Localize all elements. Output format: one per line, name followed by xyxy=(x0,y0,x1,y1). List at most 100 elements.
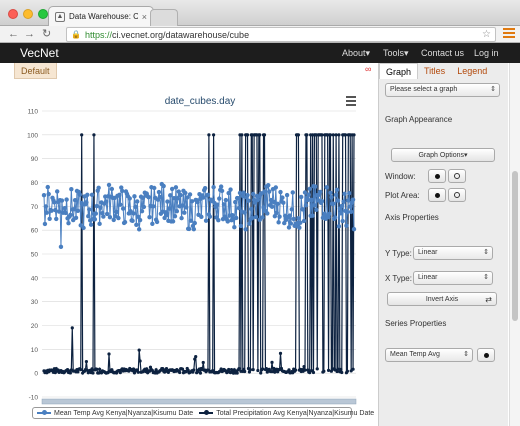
temperature-point xyxy=(307,186,312,192)
precipitation-point xyxy=(270,360,274,364)
tab-legend[interactable]: Legend xyxy=(451,63,493,79)
temperature-point xyxy=(96,185,101,191)
series-select[interactable]: Mean Temp Avg ⇕ xyxy=(385,348,473,362)
temperature-point xyxy=(309,197,314,203)
series-color-button[interactable] xyxy=(477,348,495,362)
temperature-point xyxy=(287,213,293,218)
plot-area-radio-filled[interactable] xyxy=(428,188,446,202)
tab-titles[interactable]: Titles xyxy=(418,63,451,79)
temperature-point xyxy=(350,197,356,202)
nav-login[interactable]: Log in xyxy=(474,48,499,58)
precipitation-point xyxy=(315,367,319,371)
nav-about[interactable]: About▾ xyxy=(342,48,370,59)
empty-dot-icon xyxy=(454,173,460,179)
temperature-point xyxy=(116,215,121,221)
temperature-point xyxy=(118,202,123,207)
invert-axis-button[interactable]: Invert Axis ⇄ xyxy=(387,292,497,306)
nav-contact[interactable]: Contact us xyxy=(421,48,464,58)
forward-icon[interactable]: → xyxy=(24,27,35,42)
precipitation-point xyxy=(70,326,74,330)
x-type-select[interactable]: Linear ⇕ xyxy=(413,271,493,285)
close-window-icon[interactable] xyxy=(8,9,18,19)
temperature-point xyxy=(347,191,352,196)
temperature-point xyxy=(340,218,345,224)
graph-options-button[interactable]: Graph Options▾ xyxy=(391,148,495,162)
window-radio-empty[interactable] xyxy=(448,169,466,183)
window-radio-filled[interactable] xyxy=(428,169,446,183)
tab-graph[interactable]: Graph xyxy=(379,63,419,79)
temperature-point xyxy=(271,199,277,205)
precipitation-point xyxy=(311,370,316,375)
legend-item-precip[interactable]: Total Precipitation Avg Kenya|Nyanza|Kis… xyxy=(199,410,374,417)
temperature-point xyxy=(101,214,106,219)
y-tick-label: 60 xyxy=(31,228,39,235)
temperature-point xyxy=(154,219,160,225)
temperature-point xyxy=(98,205,103,210)
precipitation-point xyxy=(227,367,231,372)
minimize-window-icon[interactable] xyxy=(23,9,33,19)
browser-tab[interactable]: ▲ Data Warehouse: Cube Br × xyxy=(48,6,154,26)
brand-logo[interactable]: VecNet xyxy=(20,46,59,60)
temperature-point xyxy=(93,211,99,216)
temperature-point xyxy=(317,189,323,195)
temperature-point xyxy=(109,186,115,192)
temperature-point xyxy=(205,192,211,198)
temperature-point xyxy=(68,212,73,218)
graph-select[interactable]: Please select a graph ⇕ xyxy=(385,83,500,97)
reload-icon[interactable]: ↻ xyxy=(42,27,51,42)
window-label: Window: xyxy=(385,172,416,181)
temperature-point xyxy=(332,215,338,220)
select-arrows-icon: ⇕ xyxy=(483,274,489,281)
plot-area-radio-empty[interactable] xyxy=(448,188,466,202)
tab-default[interactable]: Default xyxy=(14,63,57,79)
temperature-point xyxy=(75,208,81,213)
temperature-point xyxy=(351,226,357,232)
temperature-point xyxy=(241,190,246,195)
temperature-point xyxy=(147,214,152,220)
new-tab-button[interactable] xyxy=(150,9,178,26)
y-type-select[interactable]: Linear ⇕ xyxy=(413,246,493,260)
url-field[interactable]: 🔒 https://ci.vecnet.org/datawarehouse/cu… xyxy=(66,27,496,42)
precipitation-point xyxy=(278,351,283,355)
temperature-point xyxy=(275,201,280,207)
temperature-point xyxy=(63,210,68,216)
y-tick-label: 30 xyxy=(31,299,39,306)
temperature-point xyxy=(189,199,195,204)
legend-item-temp[interactable]: Mean Temp Avg Kenya|Nyanza|Kisumu Date xyxy=(37,410,193,417)
temperature-point xyxy=(276,220,281,225)
temperature-point xyxy=(348,209,354,215)
temperature-point xyxy=(46,191,51,197)
tab-close-icon[interactable]: × xyxy=(142,12,147,22)
precipitation-point xyxy=(90,367,94,371)
precipitation-point xyxy=(351,367,355,371)
temperature-point xyxy=(253,214,259,220)
temperature-point xyxy=(179,215,184,221)
temperature-point xyxy=(156,189,162,195)
navigator-bar xyxy=(41,398,357,405)
temperature-point xyxy=(94,203,99,209)
temperature-point xyxy=(81,225,86,231)
precipitation-point xyxy=(340,370,344,375)
temperature-point xyxy=(236,205,242,211)
browser-menu-icon[interactable] xyxy=(503,28,515,40)
temperature-point xyxy=(223,197,229,203)
options-tabs: Graph Titles Legend xyxy=(379,63,509,79)
nav-tools[interactable]: Tools▾ xyxy=(383,48,409,59)
scrollbar-thumb[interactable] xyxy=(512,171,518,321)
temperature-point xyxy=(157,194,163,200)
bookmark-star-icon[interactable]: ☆ xyxy=(482,29,491,40)
maximize-window-icon[interactable] xyxy=(38,9,48,19)
temperature-point xyxy=(41,193,47,198)
temperature-point xyxy=(178,192,183,198)
y-type-value: Linear xyxy=(418,249,438,256)
back-icon[interactable]: ← xyxy=(8,27,19,42)
temperature-point xyxy=(136,227,142,232)
temperature-point xyxy=(106,182,112,188)
y-tick-label: 100 xyxy=(27,132,38,139)
temperature-point xyxy=(199,214,204,220)
temperature-point xyxy=(161,183,166,189)
page-scrollbar[interactable] xyxy=(509,63,520,426)
precipitation-point xyxy=(259,371,263,375)
precipitation-point xyxy=(178,370,182,375)
temperature-point xyxy=(286,225,292,230)
